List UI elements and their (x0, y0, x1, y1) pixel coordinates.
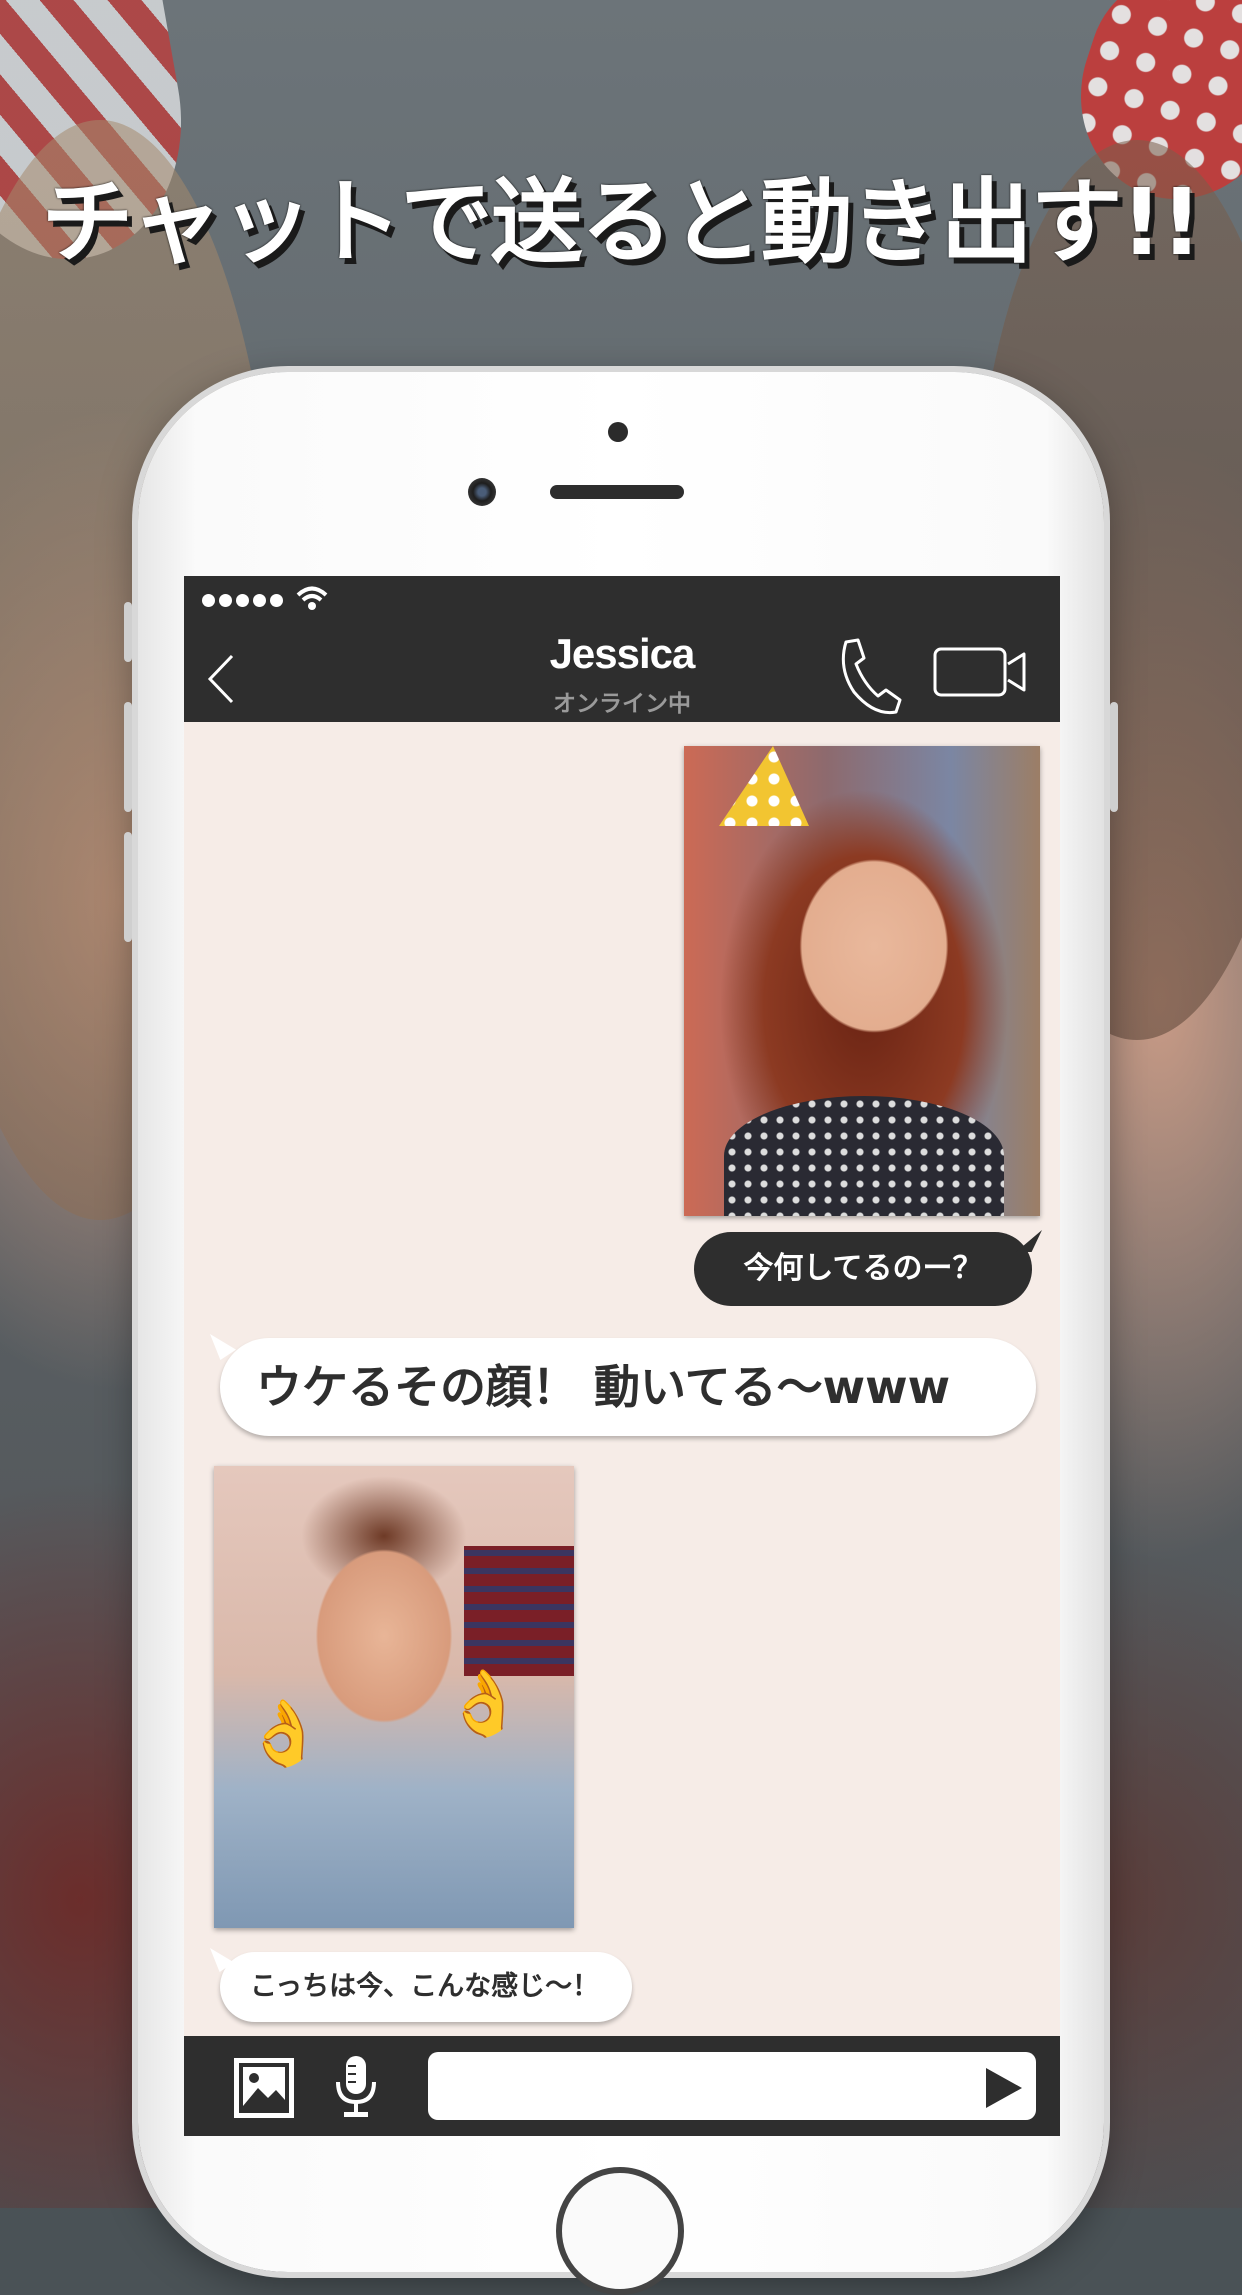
incoming-message-bubble: ウケるその顔！ 動いてる〜www (220, 1338, 1036, 1436)
incoming-message-bubble: こっちは今、こんな感じ〜！ (220, 1952, 632, 2022)
video-camera-icon[interactable] (932, 646, 1028, 698)
proximity-sensor (608, 422, 628, 442)
plaid-shirt (464, 1546, 574, 1676)
status-bar (184, 576, 1060, 626)
mute-switch (124, 602, 132, 662)
earpiece-speaker (550, 485, 684, 499)
volume-down-button (124, 832, 132, 942)
phone-icon[interactable] (834, 636, 904, 716)
promo-headline: チャットで送ると動き出す!! (41, 169, 1203, 276)
party-hat (719, 746, 809, 826)
front-camera (468, 478, 496, 506)
pinching-hand-sticker: 👌 (444, 1667, 524, 1741)
outgoing-message-bubble: 今何してるのー？ (694, 1232, 1032, 1306)
message-input-bar (184, 2036, 1060, 2136)
power-button (1110, 702, 1118, 812)
sent-photo-woman-face-effect[interactable] (684, 746, 1040, 1216)
home-button[interactable] (556, 2167, 684, 2295)
microphone-icon[interactable] (334, 2054, 378, 2120)
contact-online-status: オンライン中 (553, 691, 691, 717)
signal-strength-icon (202, 594, 283, 607)
volume-up-button (124, 702, 132, 812)
message-input[interactable] (428, 2052, 1036, 2120)
pinching-hand-sticker: 👌 (244, 1697, 324, 1771)
sequin-dress (724, 1096, 1004, 1216)
wifi-icon (296, 586, 328, 610)
send-play-icon[interactable] (984, 2066, 1024, 2110)
chat-screen: Jessica オンライン中 今何してるのー？ ウケるその顔！ 動いてる〜www… (184, 576, 1060, 2136)
received-photo-man-face-effect[interactable]: 👌 👌 (214, 1466, 574, 1928)
contact-name: Jessica (549, 630, 696, 677)
chat-header: Jessica オンライン中 (184, 626, 1060, 722)
image-icon[interactable] (232, 2056, 296, 2120)
